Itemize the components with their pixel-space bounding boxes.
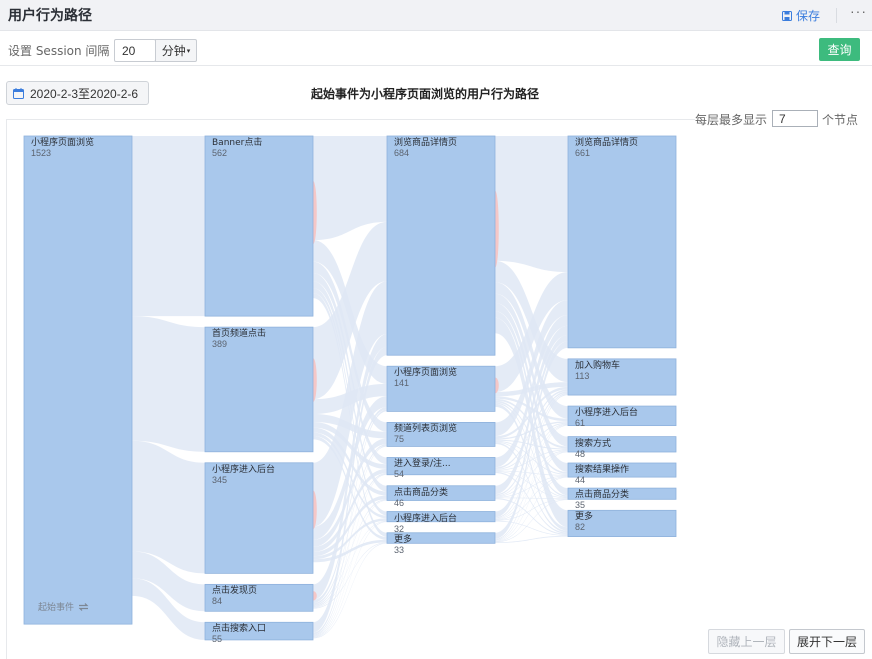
sankey-node[interactable] (567, 135, 677, 349)
sankey-link[interactable] (132, 316, 205, 452)
session-interval-input[interactable] (114, 39, 156, 62)
max-nodes-input[interactable] (772, 110, 818, 127)
sankey-links (132, 136, 568, 640)
date-range-value: 2020-2-3至2020-2-6 (30, 86, 139, 101)
sankey-node[interactable] (386, 365, 496, 412)
start-event-tag: 起始事件 (38, 600, 89, 613)
sankey-node[interactable] (567, 358, 677, 396)
sankey-node[interactable] (204, 462, 314, 574)
start-event-label: 起始事件 (38, 603, 75, 613)
max-nodes-suffix: 个节点 (822, 113, 859, 127)
sankey-node[interactable] (386, 422, 496, 447)
caret-down-icon: ▾ (186, 46, 191, 55)
sankey-link[interactable] (132, 136, 205, 317)
sankey-node[interactable] (204, 583, 314, 612)
sankey-node[interactable] (567, 436, 677, 453)
sankey-node[interactable] (204, 621, 314, 641)
more-menu-button[interactable]: ··· (850, 3, 867, 19)
chart-title: 起始事件为小程序页面浏览的用户行为路径 (310, 87, 539, 101)
expand-next-layer-button[interactable]: 展开下一层 (789, 629, 865, 654)
max-nodes-label: 每层最多显示 (695, 113, 768, 127)
date-range-picker[interactable]: 2020-2-3至2020-2-6 (6, 81, 149, 105)
divider (836, 8, 837, 23)
sankey-node[interactable] (567, 462, 677, 478)
settings-row: 设置 Session 间隔 分钟 ▾ 查询 (0, 32, 872, 66)
sankey-node[interactable] (386, 135, 496, 356)
sankey-node[interactable] (567, 487, 677, 500)
save-button[interactable]: 保存 (782, 7, 820, 24)
sankey-node[interactable] (386, 457, 496, 476)
calendar-icon (13, 87, 24, 99)
save-icon (782, 10, 792, 21)
sankey-node[interactable] (567, 509, 677, 538)
session-interval-label: 设置 Session 间隔 (8, 44, 110, 58)
sankey-link[interactable] (495, 136, 568, 273)
sankey-svg (23, 135, 677, 641)
sankey-node[interactable] (567, 405, 677, 427)
save-button-label: 保存 (796, 9, 821, 23)
sankey-node[interactable] (386, 511, 496, 523)
time-unit-value: 分钟 (161, 44, 186, 58)
query-button[interactable]: 查询 (819, 38, 860, 61)
sankey-link[interactable] (313, 136, 387, 241)
time-unit-select[interactable]: 分钟 ▾ (155, 39, 197, 62)
sankey-node[interactable] (386, 485, 496, 501)
page-title: 用户行为路径 (8, 8, 92, 24)
hide-previous-layer-button[interactable]: 隐藏上一层 (708, 629, 785, 654)
swap-icon[interactable] (78, 602, 89, 611)
top-bar: 用户行为路径 保存 ··· (0, 0, 872, 31)
sankey-node[interactable] (204, 135, 314, 317)
sankey-node[interactable] (23, 135, 133, 625)
sankey-chart: 起始事件 小程序页面浏览 1523 Banner点击 562 首页频道点击 389 小程序进… (6, 119, 695, 659)
sankey-node[interactable] (204, 326, 314, 453)
sankey-node[interactable] (386, 532, 496, 544)
